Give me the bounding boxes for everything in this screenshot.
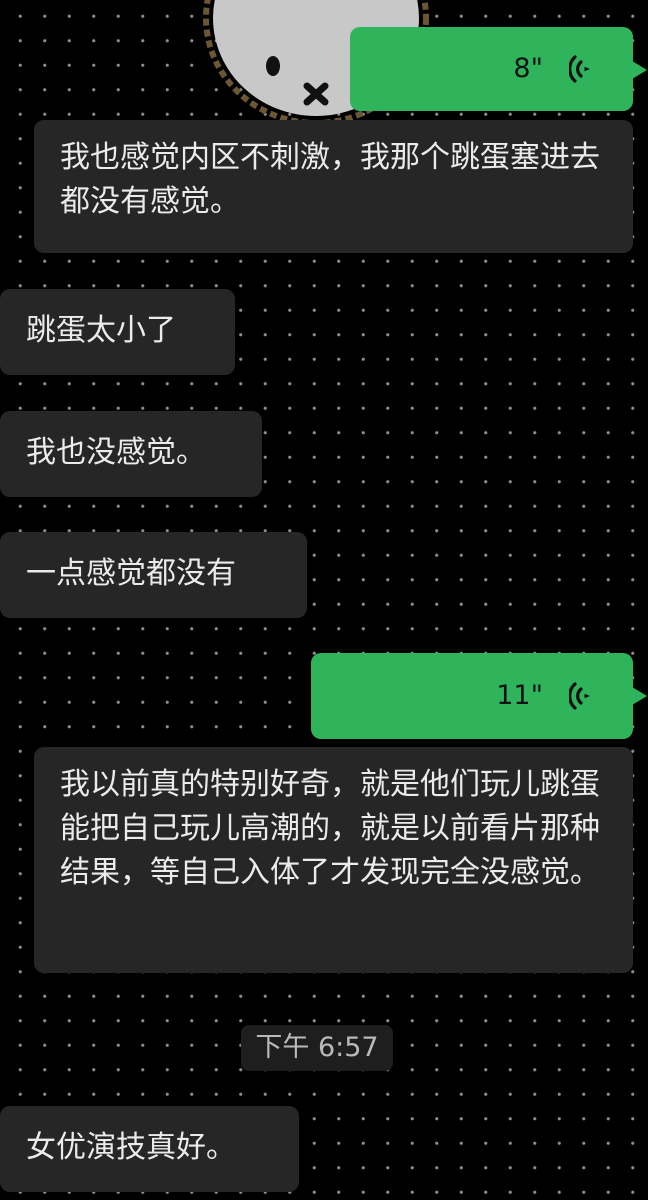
incoming-message-bubble[interactable]: 跳蛋太小了 bbox=[0, 289, 235, 375]
incoming-message-bubble[interactable]: 一点感觉都没有 bbox=[0, 532, 307, 618]
voice-wave-icon bbox=[569, 682, 590, 710]
voice-message-content: 11" bbox=[496, 653, 595, 739]
message-text: 跳蛋太小了 bbox=[26, 313, 176, 348]
voice-duration: 11" bbox=[496, 680, 543, 711]
voice-message-bubble[interactable]: 8" bbox=[350, 27, 647, 111]
incoming-message-bubble[interactable]: 女优演技真好。 bbox=[0, 1106, 299, 1192]
message-text: 我也没感觉。 bbox=[26, 435, 206, 470]
timestamp-label: 下午 6:57 bbox=[241, 1025, 393, 1071]
incoming-message-bubble[interactable]: 我也感觉内区不刺激，我那个跳蛋塞进去都没有感觉。 bbox=[34, 120, 633, 253]
voice-message-content: 8" bbox=[513, 27, 595, 111]
message-text: 一点感觉都没有 bbox=[26, 556, 236, 591]
incoming-message-bubble[interactable]: 我以前真的特别好奇，就是他们玩儿跳蛋能把自己玩儿高潮的，就是以前看片那种结果，等… bbox=[34, 747, 633, 973]
voice-duration: 8" bbox=[513, 53, 543, 84]
message-text: 女优演技真好。 bbox=[26, 1130, 236, 1165]
message-text: 我以前真的特别好奇，就是他们玩儿跳蛋能把自己玩儿高潮的，就是以前看片那种结果，等… bbox=[60, 767, 600, 890]
voice-wave-icon bbox=[569, 55, 590, 83]
voice-message-bubble[interactable]: 11" bbox=[311, 653, 647, 739]
message-text: 我也感觉内区不刺激，我那个跳蛋塞进去都没有感觉。 bbox=[60, 140, 600, 219]
incoming-message-bubble[interactable]: 我也没感觉。 bbox=[0, 411, 262, 497]
